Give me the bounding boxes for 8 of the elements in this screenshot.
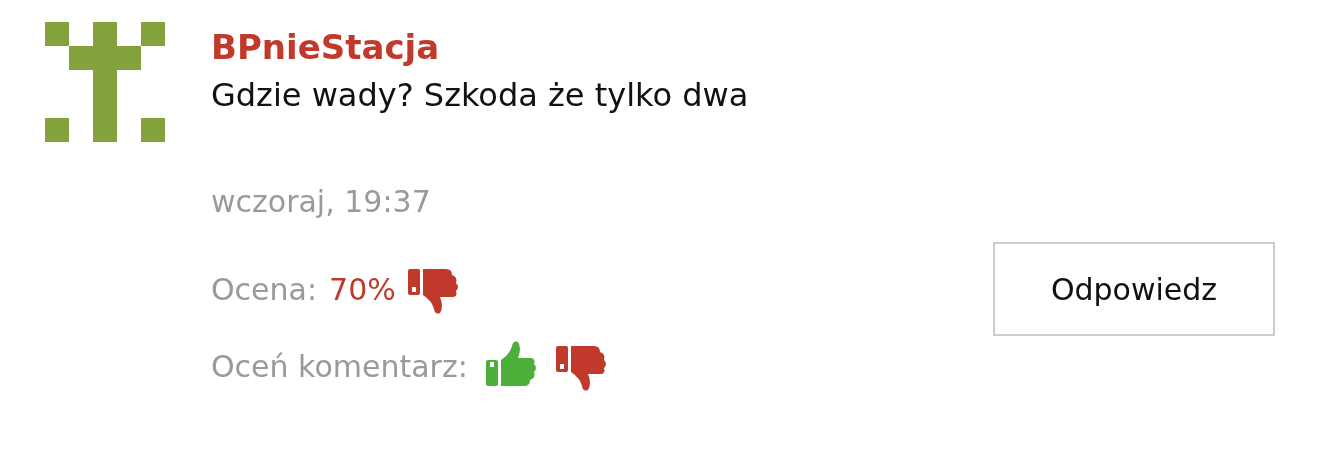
rating-value: 70% (329, 271, 396, 307)
reply-button[interactable]: Odpowiedz (993, 242, 1275, 336)
avatar-icon (45, 22, 165, 142)
author-name[interactable]: BPnieStacja (211, 22, 1275, 72)
rating-label: Ocena: (211, 271, 318, 307)
comment-date: wczoraj, 19:37 (211, 183, 432, 221)
rate-label: Oceń komentarz: (211, 348, 468, 384)
comment-text: Gdzie wady? Szkoda że tylko dwa (211, 75, 750, 116)
